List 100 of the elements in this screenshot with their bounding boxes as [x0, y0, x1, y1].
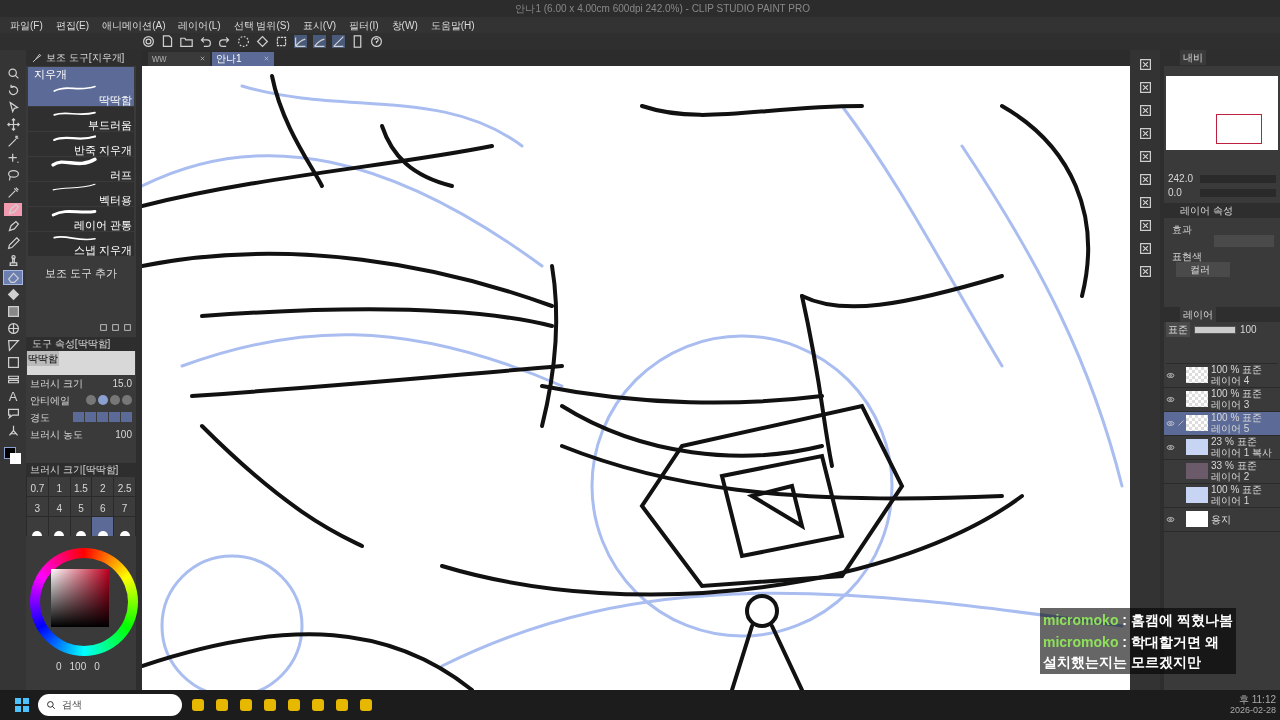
- eye-icon[interactable]: [1165, 442, 1175, 452]
- blend-mode-dropdown[interactable]: 표준: [1166, 322, 1190, 337]
- square-icon[interactable]: [6, 355, 20, 369]
- subtool-item[interactable]: 러프: [28, 156, 134, 181]
- layer-row[interactable]: 100 % 표준 레이어 5: [1164, 411, 1280, 436]
- subtool-item[interactable]: 레이어 관통: [28, 206, 134, 231]
- antialias-option[interactable]: [110, 395, 120, 405]
- layer-row[interactable]: 100 % 표준 레이어 4: [1164, 363, 1280, 388]
- antialias-option[interactable]: [122, 395, 132, 405]
- brush-size-preset[interactable]: 0.7: [27, 476, 48, 496]
- layer-row[interactable]: 100 % 표준 레이어 1: [1164, 483, 1280, 508]
- panel-tab[interactable]: 레이어: [1180, 306, 1216, 322]
- fill-icon[interactable]: [256, 34, 269, 48]
- menu-item[interactable]: 애니메이션(A): [102, 17, 166, 33]
- layer-x-icon[interactable]: [1138, 80, 1152, 94]
- menu-item[interactable]: 레이어(L): [178, 17, 221, 33]
- brush-preview: 딱딱함: [27, 350, 135, 375]
- pen-icon[interactable]: [6, 202, 20, 216]
- bucket-icon[interactable]: [6, 287, 20, 301]
- redo-icon[interactable]: [218, 34, 231, 48]
- crop-icon[interactable]: [275, 34, 288, 48]
- brush-size-value[interactable]: 15.0: [112, 375, 132, 391]
- panel-tab[interactable]: 내비: [1180, 50, 1206, 65]
- subtool-item[interactable]: 스냅 지우개: [28, 231, 134, 256]
- antialias-option[interactable]: [98, 395, 108, 405]
- eyedropper-icon[interactable]: [6, 185, 20, 199]
- brush-size-preset[interactable]: 7: [114, 496, 135, 516]
- color-readout: 0: [94, 659, 100, 674]
- sparkle-icon[interactable]: [6, 151, 20, 165]
- move-arrows-icon[interactable]: [6, 117, 20, 131]
- triangle-icon[interactable]: [6, 338, 20, 352]
- circle-arrow-icon[interactable]: [6, 83, 20, 97]
- subtool-item[interactable]: 부드러움: [28, 106, 134, 131]
- brush-size-preset[interactable]: [48, 516, 70, 536]
- layer-row[interactable]: 용지: [1164, 507, 1280, 532]
- subtool-item[interactable]: 딱딱함: [28, 81, 134, 106]
- balloon-icon[interactable]: [6, 406, 20, 420]
- brush-density-value[interactable]: 100: [115, 426, 132, 442]
- line-tool-icon[interactable]: [6, 423, 20, 437]
- stamp-icon[interactable]: [6, 253, 20, 267]
- brush-size-preset[interactable]: 3: [27, 496, 48, 516]
- eye-icon[interactable]: [1165, 370, 1175, 380]
- brush-size-preset[interactable]: 4: [48, 496, 70, 516]
- subtool-item[interactable]: 벡터용: [28, 181, 134, 206]
- layer-thumbnail: [1186, 487, 1208, 503]
- pencil-icon[interactable]: [6, 236, 20, 250]
- menu-item[interactable]: 필터(I): [349, 17, 379, 33]
- brush-size-preset[interactable]: [114, 516, 135, 536]
- sub-color-swatch[interactable]: [10, 452, 21, 464]
- eye-icon[interactable]: [1165, 514, 1175, 524]
- magnifier-icon[interactable]: [6, 66, 20, 80]
- ruler-curve-icon[interactable]: [294, 34, 307, 48]
- layer-row[interactable]: 23 % 표준 레이어 1 복사: [1164, 435, 1280, 460]
- subtool-group-tab[interactable]: 지우개: [28, 66, 134, 82]
- menu-item[interactable]: 창(W): [391, 17, 418, 33]
- opacity-value[interactable]: 100: [1240, 322, 1257, 337]
- spiral-icon[interactable]: [142, 34, 155, 48]
- rotation-value[interactable]: 0.0: [1168, 185, 1196, 200]
- document-tab[interactable]: 안나1: [212, 51, 274, 66]
- dotted-circle-icon[interactable]: [237, 34, 250, 48]
- brush-size-preset[interactable]: 5: [70, 496, 92, 516]
- menu-item[interactable]: 표시(V): [302, 17, 337, 33]
- ruler-curve-icon[interactable]: [332, 34, 345, 48]
- help-icon[interactable]: [370, 34, 383, 48]
- color-square[interactable]: [51, 568, 109, 627]
- cursor-icon[interactable]: [6, 100, 20, 114]
- wand-icon[interactable]: [6, 134, 20, 148]
- new-file-icon[interactable]: [161, 34, 174, 48]
- tablet-icon[interactable]: [351, 34, 364, 48]
- add-subtool-button[interactable]: 보조 도구 추가: [26, 266, 136, 281]
- antialias-option[interactable]: [86, 395, 96, 405]
- menu-item[interactable]: 파일(F): [10, 17, 43, 33]
- pen-icon[interactable]: [6, 219, 20, 233]
- brush-size-preset[interactable]: [27, 516, 48, 536]
- gradient-square-icon[interactable]: [6, 304, 20, 318]
- color-mode-dropdown[interactable]: 컬러: [1176, 261, 1230, 277]
- lasso-icon[interactable]: [6, 168, 20, 182]
- menu-item[interactable]: 편집(E): [55, 17, 90, 33]
- grid-icon[interactable]: [6, 321, 20, 335]
- layer-row[interactable]: 33 % 표준 레이어 2: [1164, 459, 1280, 484]
- brush-size-preset[interactable]: 6: [92, 496, 114, 516]
- subtool-item[interactable]: 반죽 지우개: [28, 131, 134, 156]
- text-tool-icon[interactable]: A: [6, 389, 20, 403]
- layer-blend-info: 100 % 표준: [1211, 412, 1263, 423]
- brush-size-preset[interactable]: [92, 516, 114, 536]
- eye-icon[interactable]: [1165, 394, 1175, 404]
- brush-size-preset[interactable]: [70, 516, 92, 536]
- undo-icon[interactable]: [199, 34, 212, 48]
- close-icon[interactable]: [199, 55, 206, 62]
- ruler-curve-icon[interactable]: [313, 34, 326, 48]
- menu-item[interactable]: 도움말(H): [430, 17, 475, 33]
- opacity-slider[interactable]: [1194, 325, 1236, 334]
- layer-x-icon[interactable]: [1138, 126, 1152, 140]
- layer-row[interactable]: 100 % 표준 레이어 3: [1164, 387, 1280, 412]
- document-tab[interactable]: ww: [148, 51, 210, 66]
- zoom-value[interactable]: 242.0: [1168, 171, 1196, 186]
- windows-logo-icon[interactable]: [14, 696, 30, 713]
- brush-size-preset[interactable]: 2.5: [114, 476, 135, 496]
- menu-item[interactable]: 선택 범위(S): [233, 17, 290, 33]
- search-field[interactable]: 검색: [38, 693, 182, 716]
